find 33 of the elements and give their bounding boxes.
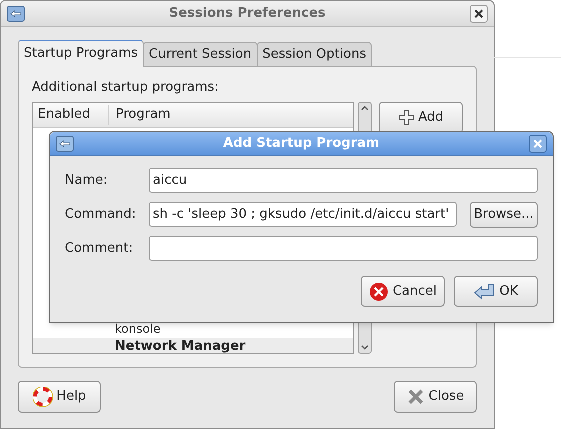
close-dialog-button[interactable]: Close <box>394 381 477 413</box>
list-label: Additional startup programs: <box>32 79 220 97</box>
browse-button[interactable]: Browse... <box>470 202 538 228</box>
input-field[interactable] <box>149 236 538 261</box>
input-field[interactable]: aiccu <box>149 168 538 193</box>
close-icon <box>474 8 484 18</box>
program-command: konsole <box>115 321 161 338</box>
window-menu-icon[interactable] <box>56 136 74 152</box>
input-field[interactable]: sh -c 'sleep 30 ; gksudo /etc/init.d/aiccu start' <box>149 202 457 227</box>
tab[interactable]: Current Session <box>143 42 258 67</box>
window-menu-icon[interactable] <box>7 6 25 22</box>
close-icon <box>533 138 543 148</box>
field-label: Comment: <box>65 240 134 258</box>
help-button[interactable]: Help <box>18 381 101 413</box>
add-button[interactable]: Add <box>379 102 463 134</box>
close-icon <box>406 388 425 406</box>
tab[interactable]: Startup Programs <box>18 40 144 67</box>
ok-button[interactable]: OK <box>454 276 538 307</box>
plus-icon <box>398 110 415 126</box>
cancel-icon <box>368 282 389 302</box>
return-arrow-icon <box>474 282 496 300</box>
cancel-button[interactable]: Cancel <box>361 276 445 307</box>
window-title: Sessions Preferences <box>168 4 327 23</box>
field-label: Command: <box>65 206 138 224</box>
field-label: Name: <box>65 172 109 190</box>
column-header[interactable]: Enabled <box>33 105 109 125</box>
dialog-title: Add Startup Program <box>222 134 381 153</box>
tab[interactable]: Session Options <box>256 42 372 67</box>
program-name: Network Manager <box>115 338 246 353</box>
close-button[interactable] <box>470 4 488 22</box>
column-header[interactable]: Program <box>109 105 171 125</box>
close-button[interactable] <box>529 134 547 152</box>
lifebuoy-icon <box>32 387 53 407</box>
